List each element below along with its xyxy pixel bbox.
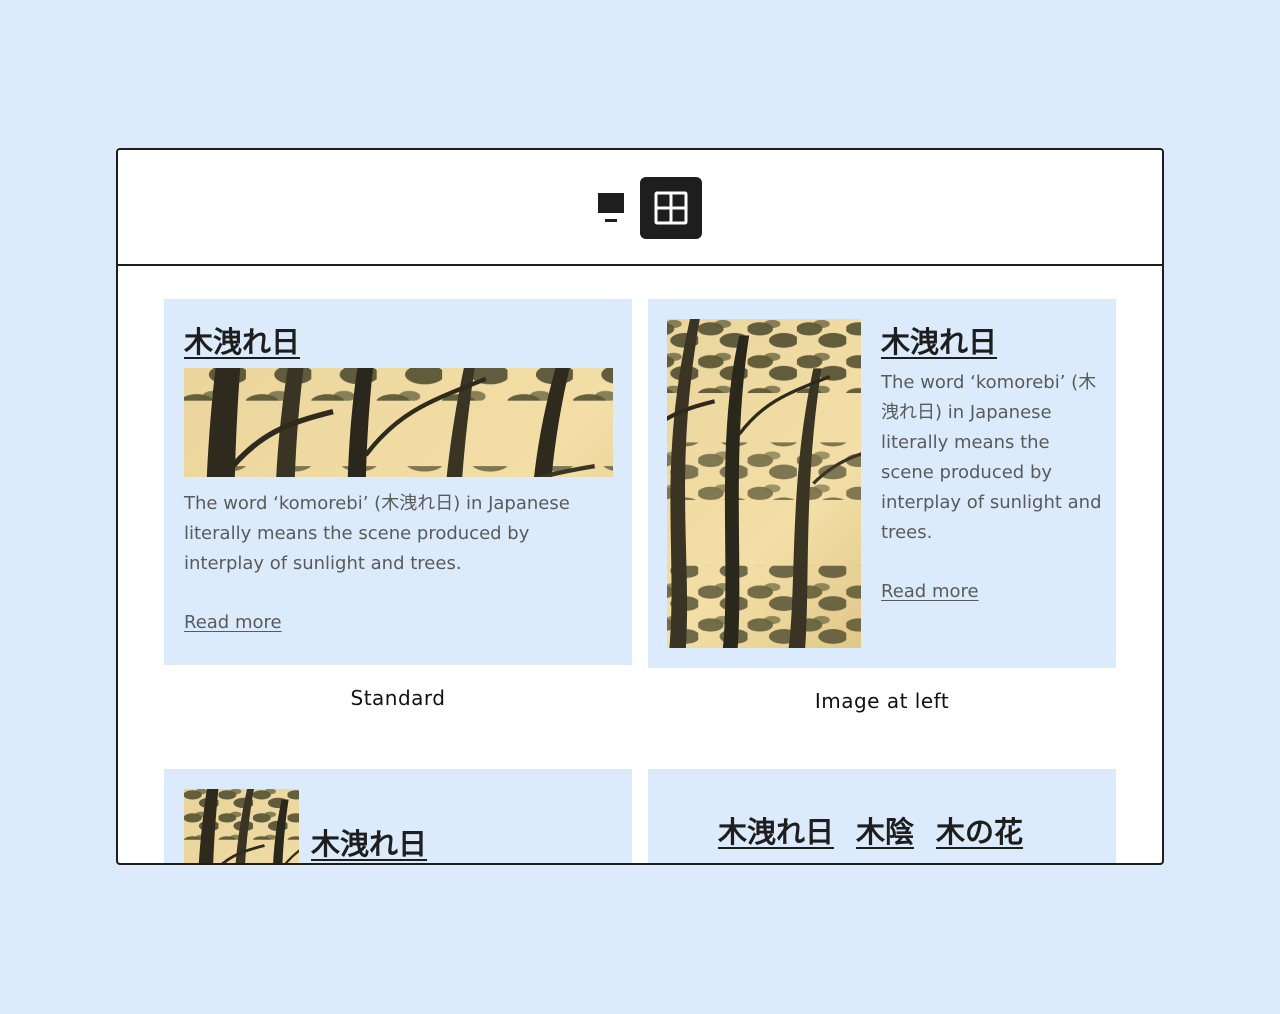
grid-view-button[interactable] [640, 177, 702, 239]
read-more-link[interactable]: Read more [184, 612, 282, 633]
single-column-icon [598, 193, 624, 222]
card-featured-image [667, 319, 861, 648]
card-featured-image [184, 789, 299, 863]
card-title-link[interactable]: 木洩れ日 [311, 821, 427, 863]
caption-image-left: Image at left [814, 689, 950, 713]
card-standard: 木洩れ日 The word ‘komorebi’ (木洩れ日) in Japan… [164, 299, 632, 665]
tag-link[interactable]: 木洩れ日 [718, 809, 834, 851]
card-image-left: 木洩れ日 The word ‘komorebi’ (木洩れ日) in Japan… [648, 299, 1116, 668]
caption-standard: Standard [350, 686, 446, 710]
tag-link[interactable]: 木の花 [936, 809, 1023, 851]
card-excerpt: The word ‘komorebi’ (木洩れ日) in Japanese l… [881, 372, 1102, 543]
preview-frame: 木洩れ日 The word ‘komorebi’ (木洩れ日) in Japan… [116, 148, 1164, 865]
card-image-thumb: 木洩れ日 [164, 769, 632, 863]
tag-link[interactable]: 木陰 [856, 809, 914, 851]
single-column-view-button[interactable] [580, 177, 642, 239]
card-tags: 木洩れ日 木陰 木の花 [648, 769, 1116, 863]
card-featured-image [184, 368, 613, 477]
grid-icon [654, 191, 688, 225]
card-excerpt: The word ‘komorebi’ (木洩れ日) in Japanese l… [184, 493, 570, 574]
tag-list: 木洩れ日 木陰 木の花 [718, 809, 1023, 851]
card-title-link[interactable]: 木洩れ日 [881, 319, 997, 361]
read-more-link[interactable]: Read more [881, 581, 979, 602]
card-title-link[interactable]: 木洩れ日 [184, 319, 300, 361]
toolbar [118, 150, 1162, 266]
